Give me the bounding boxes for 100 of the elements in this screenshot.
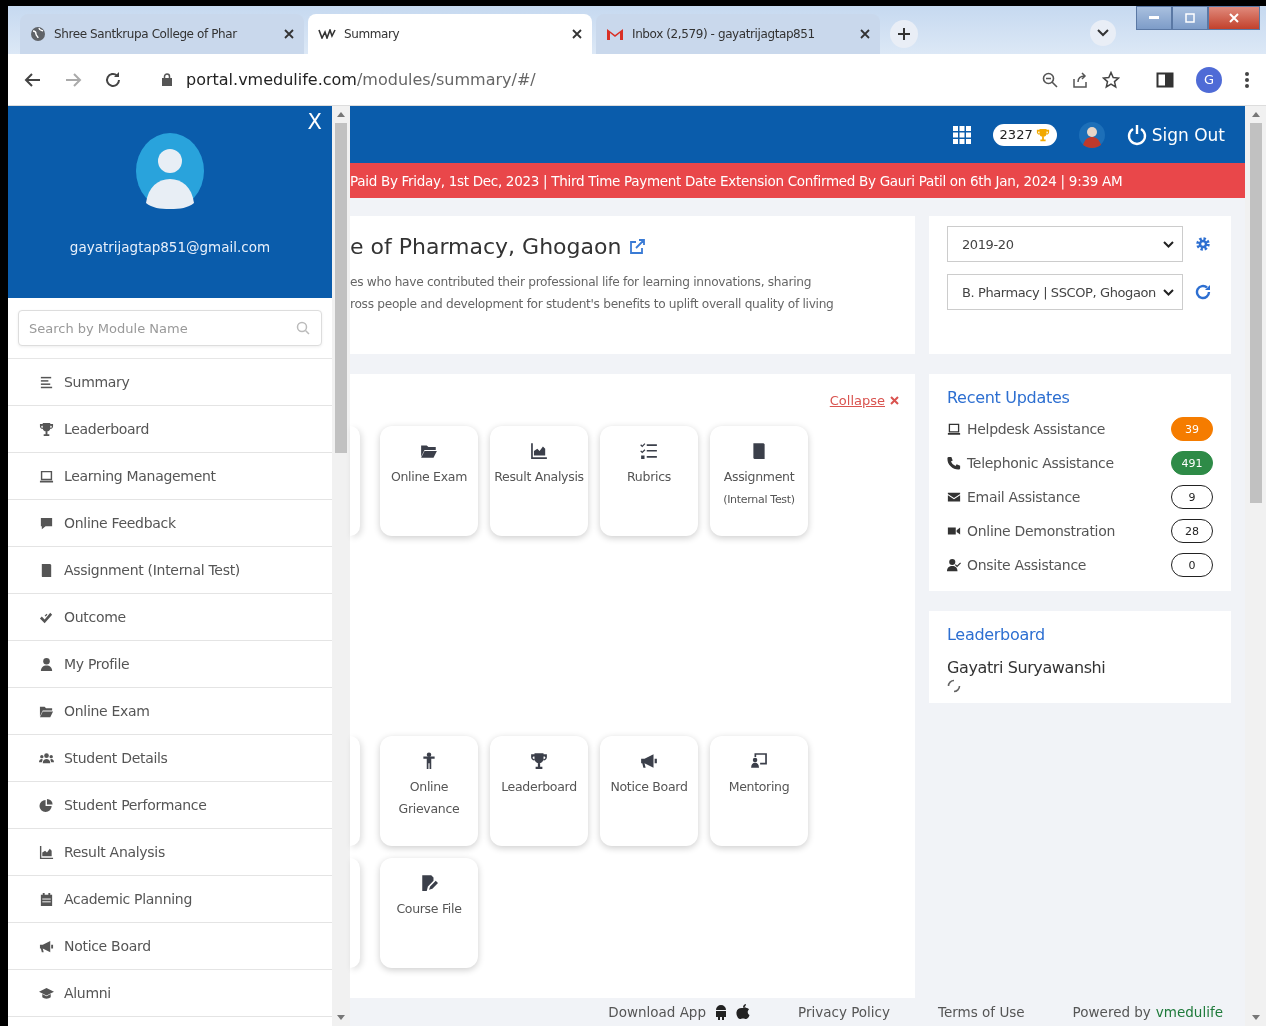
update-label[interactable]: Onsite Assistance: [967, 557, 1165, 573]
collapse-link[interactable]: Collapse: [829, 392, 885, 408]
browser-tab[interactable]: Shree Santkrupa College of Phar: [20, 14, 304, 54]
user-avatar[interactable]: [1078, 121, 1105, 148]
minimize-icon: [1149, 16, 1159, 20]
scroll-up-icon: [337, 112, 345, 117]
sidebar-item[interactable]: Student Performance: [8, 782, 332, 829]
graduation-cap-icon: [39, 985, 54, 1001]
module-tile[interactable]: Course File: [380, 858, 478, 968]
window-close-button[interactable]: [1208, 6, 1260, 30]
close-icon[interactable]: [572, 29, 582, 39]
book-icon: [750, 442, 768, 460]
page-scrollbar[interactable]: [1245, 106, 1266, 1026]
sidebar-item[interactable]: Online Exam: [8, 688, 332, 735]
monitor-icon: [947, 422, 961, 436]
chevron-down-icon: [1097, 29, 1109, 37]
notice-banner: Paid By Friday, 1st Dec, 2023 | Third Time Payment Date Extension Confirmed By Gauri Patil on 6th Jan, 2024 | 9:39 AM: [350, 163, 1245, 198]
external-link-icon[interactable]: [629, 238, 647, 255]
power-icon: [1126, 123, 1147, 146]
megaphone-icon: [39, 938, 54, 954]
tab-search-button[interactable]: [1090, 20, 1116, 46]
user-email: gayatrijagtap851@gmail.com: [69, 239, 271, 255]
wave-logo-icon: [318, 29, 336, 39]
app-grid-icon[interactable]: [952, 125, 971, 144]
zoom-icon[interactable]: [1042, 71, 1058, 88]
settings-icon[interactable]: [1195, 236, 1211, 252]
close-icon: [1229, 13, 1239, 23]
browser-tab[interactable]: Inbox (2,579) - gayatrijagtap851: [596, 14, 880, 54]
calendar-icon: [39, 891, 54, 907]
module-tile[interactable]: Leaderboard: [490, 736, 588, 846]
privacy-policy-link[interactable]: Privacy Policy: [798, 1004, 891, 1020]
star-icon[interactable]: [1102, 70, 1120, 89]
reload-icon[interactable]: [104, 70, 122, 89]
search-icon: [296, 321, 310, 335]
users-icon: [39, 750, 54, 766]
user-icon: [39, 656, 54, 672]
close-icon[interactable]: [284, 29, 294, 39]
close-button[interactable]: X: [307, 110, 322, 134]
browser-tab[interactable]: Summary: [308, 14, 592, 54]
card-title: Recent Updates: [947, 388, 1071, 407]
update-label[interactable]: Telephonic Assistance: [967, 455, 1165, 471]
update-label[interactable]: Email Assistance: [967, 489, 1165, 505]
update-label[interactable]: Helpdesk Assistance: [967, 421, 1165, 437]
mail-icon: [947, 490, 961, 504]
module-tile[interactable]: Online Exam: [380, 426, 478, 536]
scroll-down-icon: [337, 1015, 345, 1020]
refresh-icon[interactable]: [1195, 284, 1211, 300]
module-tile[interactable]: Rubrics: [600, 426, 698, 536]
list-icon: [640, 442, 658, 460]
search-field[interactable]: Search by Module Name: [18, 310, 322, 346]
scrollbar[interactable]: [332, 106, 350, 1026]
android-icon[interactable]: [714, 1004, 728, 1020]
phone-icon: [947, 456, 961, 470]
maximize-button[interactable]: [1172, 6, 1208, 30]
share-icon[interactable]: [1072, 71, 1088, 88]
list-icon: [39, 374, 54, 390]
count-badge: 39: [1171, 417, 1213, 441]
terms-of-use-link[interactable]: Terms of Use: [938, 1004, 1025, 1020]
college-description: ross people and development for student's benefits to uplift overall quality of living: [350, 296, 835, 313]
sign-out-button[interactable]: Sign Out: [1126, 123, 1225, 146]
sidebar-item[interactable]: Academic Planning: [8, 876, 332, 923]
apple-icon[interactable]: [736, 1004, 750, 1020]
scroll-down-icon: [1251, 1015, 1260, 1020]
card-title: Leaderboard: [947, 625, 1045, 644]
scroll-thumb[interactable]: [1249, 123, 1262, 503]
update-label[interactable]: Online Demonstration: [967, 523, 1165, 539]
loading-spinner-icon: [947, 679, 961, 693]
sidebar-item[interactable]: Assignment (Internal Test): [8, 547, 332, 594]
document-pen-icon: [420, 874, 438, 892]
speech-bubble-icon: [39, 515, 54, 531]
new-tab-button[interactable]: [890, 20, 918, 48]
chevron-down-icon: [1163, 288, 1174, 296]
area-chart-icon: [39, 844, 54, 860]
module-tile[interactable]: Notice Board: [600, 736, 698, 846]
pie-chart-icon: [39, 797, 54, 813]
brand-link[interactable]: vmedulife: [1155, 1004, 1223, 1020]
module-tile[interactable]: Result Analysis: [490, 426, 588, 536]
kebab-menu-icon[interactable]: [1244, 70, 1250, 89]
year-select[interactable]: 2019-20: [947, 226, 1183, 262]
maximize-icon: [1185, 13, 1195, 23]
sidebar-item[interactable]: Online Feedback: [8, 500, 332, 547]
close-icon[interactable]: [860, 29, 870, 39]
lock-icon: [162, 73, 172, 86]
plus-icon: [897, 27, 911, 41]
module-tile[interactable]: Mentoring: [710, 736, 808, 846]
back-arrow-icon[interactable]: [24, 70, 42, 89]
module-tile[interactable]: Assignment (Internal Test): [710, 426, 808, 536]
college-title: e of Pharmacy, Ghogaon: [350, 234, 622, 259]
module-tile[interactable]: Online Grievance: [380, 736, 478, 846]
college-description: es who have contributed their professional life for learning innovations, sharing: [350, 274, 813, 291]
program-select[interactable]: B. Pharmacy | SSCOP, Ghogaon: [947, 274, 1183, 310]
minimize-button[interactable]: [1136, 6, 1172, 30]
profile-avatar[interactable]: G: [1196, 66, 1222, 93]
side-panel-icon[interactable]: [1156, 70, 1174, 89]
download-app-text: Download App: [608, 1004, 706, 1020]
scroll-thumb[interactable]: [335, 123, 347, 453]
points-badge[interactable]: 2327: [992, 123, 1057, 146]
scroll-up-icon: [1251, 112, 1260, 117]
book-icon: [39, 562, 54, 578]
tab-title: Inbox (2,579) - gayatrijagtap851: [632, 27, 816, 41]
